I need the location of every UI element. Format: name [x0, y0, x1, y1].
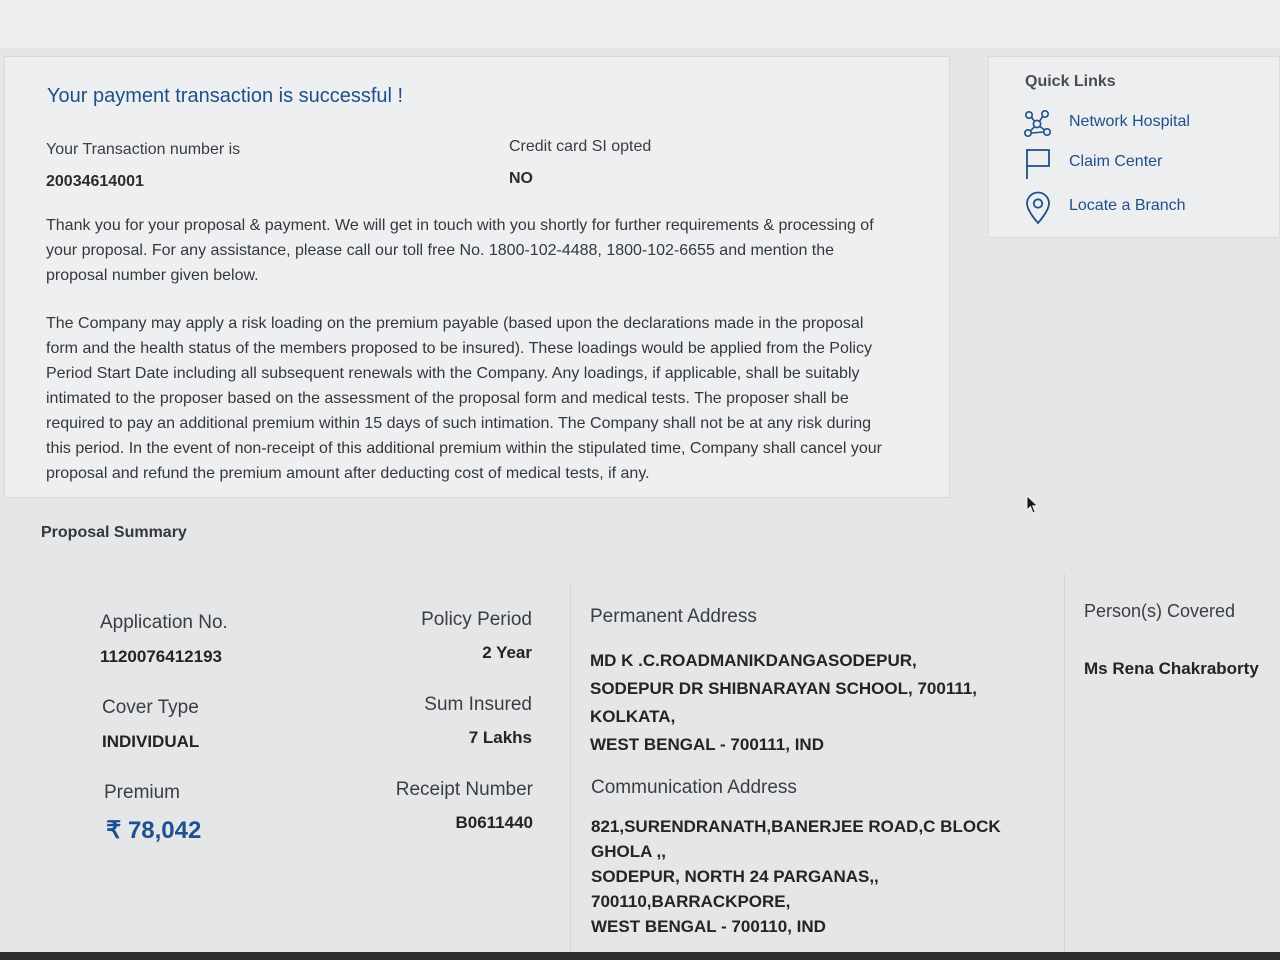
address-line: SODEPUR, NORTH 24 PARGANAS,, — [591, 867, 879, 886]
paragraph-line: your proposal. For any assistance, pleas… — [46, 242, 835, 259]
permanent-address: MD K .C.ROADMANIKDANGASODEPUR, SODEPUR D… — [590, 647, 977, 759]
policy-period-label: Policy Period — [421, 609, 532, 630]
address-line: MD K .C.ROADMANIKDANGASODEPUR, — [590, 651, 917, 670]
paragraph-line: required to pay an additional premium wi… — [46, 415, 872, 432]
screen-bezel — [0, 952, 1280, 960]
quick-links-panel: Quick Links Network Hospital Claim Cente… — [988, 56, 1280, 238]
thank-you-paragraph: Thank you for your proposal & payment. W… — [46, 213, 916, 288]
paragraph-line: Period Start Date including all subseque… — [46, 365, 860, 382]
paragraph-line: intimated to the proposer based on the a… — [46, 390, 849, 407]
quick-links-title: Quick Links — [1025, 73, 1116, 90]
cover-type-value: INDIVIDUAL — [102, 732, 200, 751]
paragraph-line: proposal number given below. — [46, 267, 259, 284]
proposal-summary-title: Proposal Summary — [41, 524, 187, 541]
paragraph-line: Thank you for your proposal & payment. W… — [46, 217, 874, 234]
risk-loading-paragraph: The Company may apply a risk loading on … — [46, 311, 916, 486]
premium-value: ₹ 78,042 — [106, 817, 202, 844]
paragraph-line: form and the health status of the member… — [46, 340, 872, 357]
persons-covered-value: Ms Rena Chakraborty — [1084, 659, 1259, 678]
quick-link-claim-center[interactable]: Claim Center — [1023, 147, 1263, 183]
success-message: Your payment transaction is successful ! — [47, 85, 404, 107]
column-divider — [1064, 574, 1065, 952]
paragraph-line: this period. In the event of non-receipt… — [46, 440, 882, 457]
quick-link-network-hospital[interactable]: Network Hospital — [1023, 107, 1263, 143]
communication-address-label: Communication Address — [591, 777, 797, 798]
address-line: GHOLA ,, — [591, 842, 666, 861]
quick-link-locate-branch[interactable]: Locate a Branch — [1023, 191, 1263, 227]
communication-address: 821,SURENDRANATH,BANERJEE ROAD,C BLOCK G… — [591, 814, 1001, 939]
application-no-value: 1120076412193 — [100, 647, 222, 666]
address-line: SODEPUR DR SHIBNARAYAN SCHOOL, 700111, — [590, 679, 978, 698]
sum-insured-label: Sum Insured — [424, 694, 532, 715]
transaction-number-value: 20034614001 — [46, 173, 144, 190]
si-opted-label: Credit card SI opted — [509, 138, 652, 155]
location-pin-icon — [1026, 191, 1050, 225]
mouse-cursor-icon — [1026, 495, 1039, 514]
quick-link-label: Network Hospital — [1069, 113, 1190, 130]
payment-confirmation-panel: Your payment transaction is successful !… — [4, 56, 950, 498]
paragraph-line: The Company may apply a risk loading on … — [46, 315, 864, 332]
network-icon — [1023, 109, 1051, 137]
persons-covered-label: Person(s) Covered — [1084, 601, 1236, 621]
sum-insured-value: 7 Lakhs — [468, 728, 532, 747]
policy-period-value: 2 Year — [482, 643, 532, 662]
receipt-number-label: Receipt Number — [395, 779, 533, 800]
si-opted-value: NO — [509, 170, 533, 187]
permanent-address-label: Permanent Address — [590, 606, 757, 627]
address-line: 821,SURENDRANATH,BANERJEE ROAD,C BLOCK — [591, 817, 1001, 836]
quick-link-label: Locate a Branch — [1069, 197, 1186, 214]
address-line: WEST BENGAL - 700110, IND — [591, 917, 826, 936]
address-line: WEST BENGAL - 700111, IND — [590, 735, 824, 754]
column-divider — [570, 582, 571, 952]
paragraph-line: proposal and refund the premium amount a… — [46, 465, 650, 482]
transaction-number-label: Your Transaction number is — [46, 141, 241, 158]
receipt-number-value: B0611440 — [455, 813, 533, 832]
browser-top-area — [0, 0, 1280, 48]
application-no-label: Application No. — [100, 612, 228, 633]
address-line: 700110,BARRACKPORE, — [591, 892, 791, 911]
quick-link-label: Claim Center — [1069, 153, 1163, 170]
cover-type-label: Cover Type — [102, 697, 199, 718]
flag-icon — [1026, 149, 1050, 179]
premium-label: Premium — [104, 782, 181, 803]
address-line: KOLKATA, — [590, 707, 676, 726]
